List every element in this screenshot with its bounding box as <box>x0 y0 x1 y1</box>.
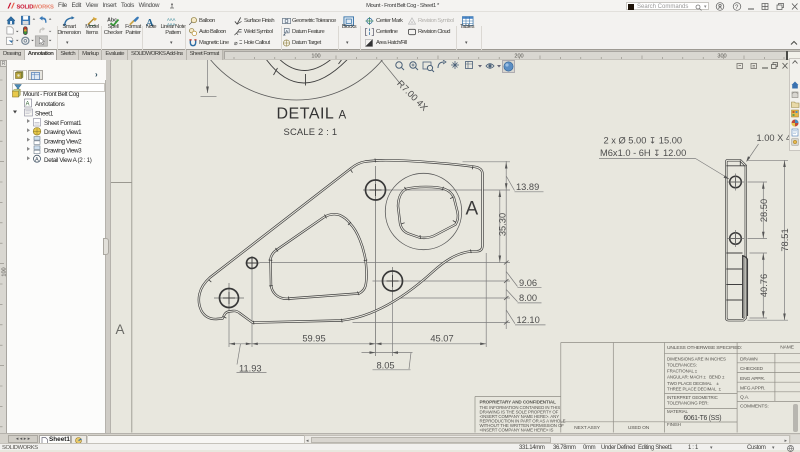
svg-text:6061-T6 (SS): 6061-T6 (SS) <box>683 415 721 422</box>
svg-text:THREE PLACE DECIMAL ±: THREE PLACE DECIMAL ± <box>667 387 722 392</box>
svg-text:100: 100 <box>311 54 320 60</box>
svg-text:CHECKED: CHECKED <box>740 366 763 372</box>
svg-text:NEXT ASSY: NEXT ASSY <box>574 425 601 431</box>
svg-text:Detail View A (2 : 1): Detail View A (2 : 1) <box>44 157 92 164</box>
svg-text:FRACTIONAL ±: FRACTIONAL ± <box>667 369 698 374</box>
svg-text:Sheet1: Sheet1 <box>35 110 54 117</box>
svg-text:78.51: 78.51 <box>780 228 790 251</box>
svg-text:28.50: 28.50 <box>758 199 768 222</box>
svg-text:COMMENTS:: COMMENTS: <box>740 404 769 410</box>
svg-text:A: A <box>465 199 478 220</box>
svg-text:MATERIAL: MATERIAL <box>667 409 688 414</box>
svg-text:Q.A.: Q.A. <box>740 395 749 401</box>
svg-text:A: A <box>285 28 288 33</box>
svg-text:9.06: 9.06 <box>519 278 537 288</box>
svg-text:Drawing View2: Drawing View2 <box>44 138 82 145</box>
svg-text:Mount - Front Belt Cog: Mount - Front Belt Cog <box>23 91 80 98</box>
svg-text:M6x1.0 - 6H ↧ 12.00: M6x1.0 - 6H ↧ 12.00 <box>600 148 686 158</box>
svg-text:TWO PLACE DECIMAL ±: TWO PLACE DECIMAL ± <box>667 381 719 386</box>
svg-text:Drawing View1: Drawing View1 <box>44 129 82 136</box>
svg-text:300: 300 <box>717 54 726 60</box>
svg-text:A: A <box>338 110 346 122</box>
svg-text:A: A <box>411 19 414 24</box>
svg-text:Drawing View3: Drawing View3 <box>44 147 82 154</box>
svg-text:8.05: 8.05 <box>376 360 394 370</box>
svg-text:2 x Ø 5.00 ↧ 15.00: 2 x Ø 5.00 ↧ 15.00 <box>603 136 682 146</box>
svg-text:A: A <box>26 101 30 107</box>
svg-text:SCALE 2 : 1: SCALE 2 : 1 <box>283 126 337 137</box>
svg-text:R7.00 4X: R7.00 4X <box>395 78 429 112</box>
svg-text:WORKS: WORKS <box>33 4 55 10</box>
svg-text:FINISH: FINISH <box>667 422 681 427</box>
svg-text:12.10: 12.10 <box>516 315 539 325</box>
svg-text:DRAWN: DRAWN <box>740 357 758 363</box>
svg-text:MFG APPR.: MFG APPR. <box>740 385 765 391</box>
svg-text:59.95: 59.95 <box>302 333 325 343</box>
svg-text:DIMENSIONS ARE IN INCHES: DIMENSIONS ARE IN INCHES <box>667 357 726 362</box>
svg-text:13.89: 13.89 <box>516 182 539 192</box>
svg-text:SOLID: SOLID <box>17 4 34 10</box>
svg-text:USED ON: USED ON <box>627 425 649 431</box>
svg-text:NAME: NAME <box>780 345 794 351</box>
svg-text:35.30: 35.30 <box>497 213 507 236</box>
svg-text:ANGULAR: MACH ± BEND ±: ANGULAR: MACH ± BEND ± <box>667 375 725 380</box>
svg-text:DETAIL: DETAIL <box>276 106 334 123</box>
svg-text:PROPRIETARY AND CONFIDENTIAL: PROPRIETARY AND CONFIDENTIAL <box>479 400 556 405</box>
svg-text:ENG APPR.: ENG APPR. <box>740 376 765 382</box>
svg-text:Annotations: Annotations <box>35 101 65 108</box>
svg-text:11.93: 11.93 <box>239 363 262 373</box>
svg-text:Sheet Format1: Sheet Format1 <box>44 119 82 126</box>
svg-text:45.07: 45.07 <box>430 333 453 343</box>
svg-text:⌀: ⌀ <box>234 40 238 47</box>
svg-text:UNLESS OTHERWISE SPECIFIED:: UNLESS OTHERWISE SPECIFIED: <box>667 345 742 351</box>
svg-text:TOLERANCING PER:: TOLERANCING PER: <box>667 401 709 406</box>
svg-text:40.76: 40.76 <box>758 274 768 297</box>
svg-text:TOLERANCES:: TOLERANCES: <box>667 363 697 368</box>
svg-text:8.00: 8.00 <box>519 293 537 303</box>
svg-text:A: A <box>115 322 124 337</box>
svg-text:INTERPRET GEOMETRIC: INTERPRET GEOMETRIC <box>667 395 718 400</box>
